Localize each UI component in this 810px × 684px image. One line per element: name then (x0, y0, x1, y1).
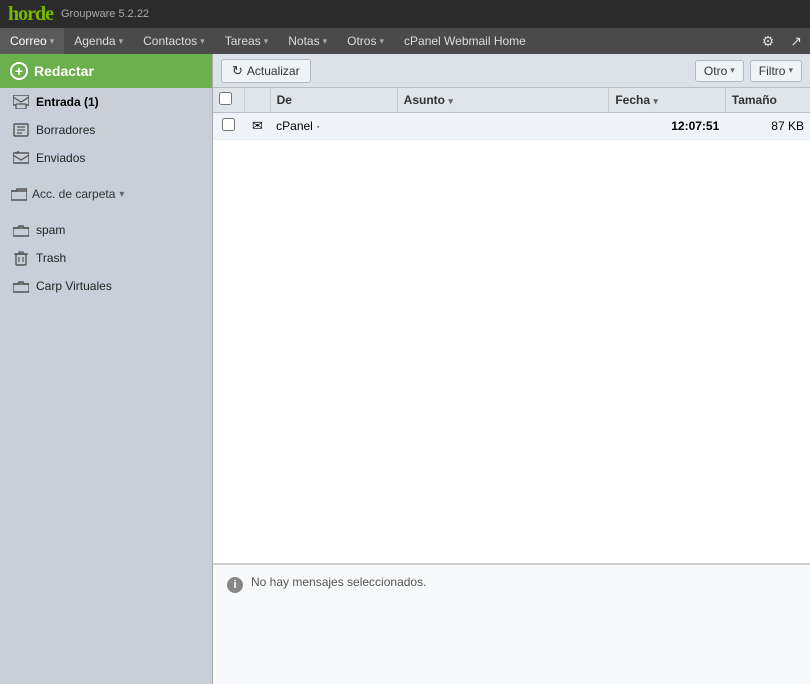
spam-folder-icon (12, 222, 30, 238)
sidebar-entrada-label: Entrada (1) (36, 95, 99, 109)
nav-notas-arrow: ▾ (323, 36, 328, 47)
col-header-de[interactable]: De (270, 88, 397, 113)
sidebar: + Redactar Entrada (1) Borradores Enviad… (0, 54, 213, 684)
email-table: De Asunto ▾ Fecha ▾ Tamaño (213, 88, 810, 140)
drafts-icon (12, 122, 30, 138)
nav-correo-arrow: ▾ (50, 36, 55, 47)
folder-icon (10, 186, 28, 202)
settings-button[interactable]: ⚙ (754, 28, 783, 54)
settings-icon: ⚙ (762, 33, 775, 50)
logo: horde (8, 3, 53, 26)
sent-icon (12, 150, 30, 166)
sidebar-trash-label: Trash (36, 251, 66, 265)
inbox-icon (12, 94, 30, 110)
sidebar-divider-1 (0, 172, 212, 180)
nav-contactos-label: Contactos (143, 34, 197, 48)
row-size: 87 KB (725, 113, 810, 140)
navbar: Correo ▾ Agenda ▾ Contactos ▾ Tareas ▾ N… (0, 28, 810, 54)
nav-agenda-label: Agenda (74, 34, 115, 48)
compose-icon: + (10, 62, 28, 80)
row-date: 12:07:51 (609, 113, 725, 140)
sidebar-divider-2 (0, 208, 212, 216)
email-list: De Asunto ▾ Fecha ▾ Tamaño (213, 88, 810, 564)
sidebar-item-spam[interactable]: spam (0, 216, 212, 244)
topbar: horde Groupware 5.2.22 (0, 0, 810, 28)
sidebar-borradores-label: Borradores (36, 123, 95, 137)
fecha-sort-arrow: ▾ (653, 96, 658, 106)
refresh-button[interactable]: ↻ Actualizar (221, 59, 311, 83)
filter-arrow: ▾ (788, 65, 793, 76)
row-checkbox-cell[interactable] (213, 113, 245, 140)
nav-correo[interactable]: Correo ▾ (0, 28, 64, 54)
sidebar-spam-label: spam (36, 223, 65, 237)
nav-agenda[interactable]: Agenda ▾ (64, 28, 133, 54)
toolbar-right: Otro ▾ Filtro ▾ (695, 60, 802, 82)
sidebar-folder-action[interactable]: Acc. de carpeta ▾ (0, 180, 212, 208)
nav-cpanel-label: cPanel Webmail Home (404, 34, 526, 48)
table-row[interactable]: ✉ cPanel · 12:07:51 87 KB (213, 113, 810, 140)
content-area: ↻ Actualizar Otro ▾ Filtro ▾ (213, 54, 810, 684)
compose-label: Redactar (34, 63, 94, 79)
preview-message: No hay mensajes seleccionados. (251, 575, 426, 589)
folder-action-arrow: ▾ (119, 189, 124, 200)
row-subject (397, 113, 609, 140)
refresh-icon: ↻ (232, 63, 243, 79)
nav-otros[interactable]: Otros ▾ (337, 28, 394, 54)
nav-otros-arrow: ▾ (379, 36, 384, 47)
email-tbody: ✉ cPanel · 12:07:51 87 KB (213, 113, 810, 140)
sidebar-item-trash[interactable]: Trash (0, 244, 212, 272)
nav-contactos[interactable]: Contactos ▾ (133, 28, 215, 54)
refresh-label: Actualizar (247, 64, 300, 78)
sidebar-item-borradores[interactable]: Borradores (0, 116, 212, 144)
col-header-checkbox (213, 88, 245, 113)
col-header-tamano[interactable]: Tamaño (725, 88, 810, 113)
nav-cpanel[interactable]: cPanel Webmail Home (394, 28, 536, 54)
other-label: Otro (704, 64, 727, 78)
trash-folder-icon (12, 250, 30, 266)
sidebar-enviados-label: Enviados (36, 151, 85, 165)
sidebar-carp-virtuales-label: Carp Virtuales (36, 279, 112, 293)
info-icon: i (227, 577, 243, 593)
filter-label: Filtro (759, 64, 786, 78)
asunto-sort-arrow: ▾ (448, 96, 453, 106)
col-header-flag (245, 88, 270, 113)
preview-pane: i No hay mensajes seleccionados. (213, 564, 810, 684)
nav-agenda-arrow: ▾ (119, 36, 124, 47)
select-all-checkbox[interactable] (219, 92, 232, 105)
external-link-button[interactable]: ↗ (782, 28, 810, 54)
filter-dropdown[interactable]: Filtro ▾ (750, 60, 802, 82)
nav-tareas[interactable]: Tareas ▾ (215, 28, 279, 54)
virtual-folder-icon (12, 278, 30, 294)
compose-button[interactable]: + Redactar (0, 54, 212, 88)
row-flag-cell: ✉ (245, 113, 270, 140)
nav-correo-label: Correo (10, 34, 47, 48)
row-sender: cPanel · (270, 113, 397, 140)
nav-tareas-label: Tareas (225, 34, 261, 48)
col-header-fecha[interactable]: Fecha ▾ (609, 88, 725, 113)
row-checkbox[interactable] (222, 118, 235, 131)
col-header-asunto[interactable]: Asunto ▾ (397, 88, 609, 113)
nav-contactos-arrow: ▾ (200, 36, 205, 47)
nav-notas[interactable]: Notas ▾ (278, 28, 337, 54)
version-label: Groupware 5.2.22 (61, 8, 149, 20)
external-link-icon: ↗ (790, 33, 802, 50)
other-dropdown[interactable]: Otro ▾ (695, 60, 744, 82)
sidebar-folder-action-label: Acc. de carpeta (32, 187, 115, 201)
email-icon: ✉ (252, 118, 263, 133)
main-layout: + Redactar Entrada (1) Borradores Enviad… (0, 54, 810, 684)
nav-otros-label: Otros (347, 34, 376, 48)
other-arrow: ▾ (730, 65, 735, 76)
nav-tareas-arrow: ▾ (264, 36, 269, 47)
toolbar: ↻ Actualizar Otro ▾ Filtro ▾ (213, 54, 810, 88)
sidebar-item-enviados[interactable]: Enviados (0, 144, 212, 172)
sidebar-item-carp-virtuales[interactable]: Carp Virtuales (0, 272, 212, 300)
nav-notas-label: Notas (288, 34, 319, 48)
sidebar-item-entrada[interactable]: Entrada (1) (0, 88, 212, 116)
